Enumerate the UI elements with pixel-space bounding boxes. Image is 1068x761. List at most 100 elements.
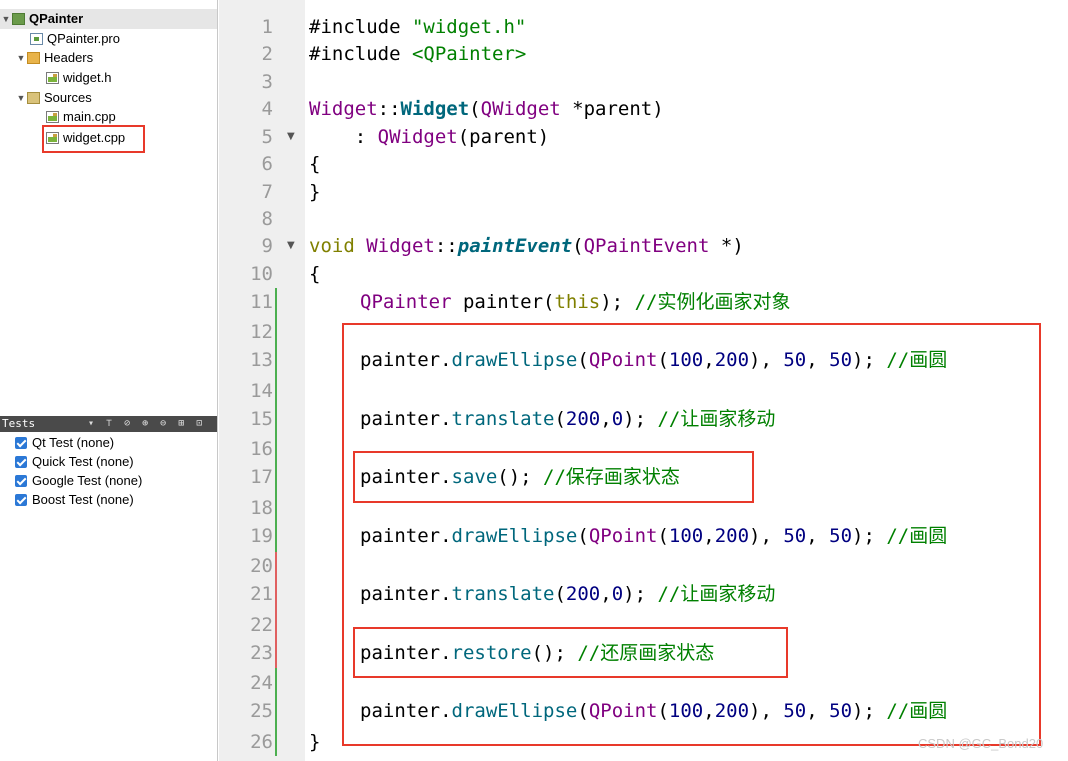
line-number: 17 [250, 466, 273, 488]
param: *parent) [560, 98, 664, 120]
line-number: 9 [261, 235, 273, 257]
line-number: 14 [250, 380, 273, 402]
checkbox-checked-icon[interactable] [15, 494, 27, 506]
change-marker-modified [275, 552, 277, 668]
constructor-name: Widget [400, 98, 470, 120]
line-number: 3 [261, 71, 273, 93]
code-line-26: } [309, 731, 321, 753]
directive: #include [309, 43, 401, 65]
base-class: QWidget [377, 126, 458, 148]
line-number: 6 [261, 153, 273, 175]
paren: ( [572, 235, 584, 257]
test-item-quick[interactable]: Quick Test (none) [15, 452, 134, 471]
line-number: 2 [261, 43, 273, 65]
param-type: QPaintEvent [583, 235, 710, 257]
line-number: 12 [250, 321, 273, 343]
line-number: 11 [250, 291, 273, 313]
line-number: 1 [261, 16, 273, 38]
folder-icon [27, 52, 40, 64]
tests-toolbar[interactable]: ▾ ⊤ ⊘ ⊕ ⊖ ⊞ ⊡ [88, 416, 205, 432]
code-line-5: : QWidget(parent) [309, 123, 549, 151]
tree-item-main-cpp[interactable]: main.cpp [46, 107, 116, 127]
tree-item-widget-h[interactable]: widget.h [46, 68, 111, 88]
highlight-box-block [342, 323, 1041, 746]
test-item-label: Google Test (none) [32, 473, 143, 488]
chevron-down-icon[interactable]: ▼ [0, 9, 12, 29]
param-type: QWidget [480, 98, 561, 120]
pro-file-icon [30, 33, 43, 45]
code-line-10: { [309, 263, 321, 285]
tree-item-headers[interactable]: ▼ Headers [15, 48, 94, 68]
test-item-google[interactable]: Google Test (none) [15, 471, 142, 490]
type-name: QPainter [360, 291, 452, 313]
change-marker-added [275, 288, 277, 552]
header-file-icon [46, 72, 59, 84]
tree-item-label: Headers [44, 50, 94, 65]
highlight-box-restore [353, 627, 788, 678]
source-file-icon [46, 111, 59, 123]
line-number: 10 [250, 263, 273, 285]
line-number: 8 [261, 208, 273, 230]
line-number: 5 [261, 126, 273, 148]
chevron-down-icon[interactable]: ▼ [15, 88, 27, 108]
keyword: void [309, 235, 355, 257]
test-item-boost[interactable]: Boost Test (none) [15, 490, 134, 509]
include-file: "widget.h" [411, 16, 527, 38]
fold-arrow-icon[interactable]: ▼ [287, 123, 295, 151]
class-name: Widget [309, 98, 378, 120]
test-item-label: Qt Test (none) [32, 435, 115, 450]
change-marker-added [275, 668, 277, 756]
tests-pane-header: Tests ▾ ⊤ ⊘ ⊕ ⊖ ⊞ ⊡ [0, 416, 217, 432]
tree-item-label: QPainter [29, 11, 84, 26]
line-number: 13 [250, 349, 273, 371]
line-number: 20 [250, 555, 273, 577]
scope-operator: :: [377, 98, 401, 120]
tree-item-label: widget.h [63, 70, 112, 85]
paren: ( [469, 98, 481, 120]
line-number: 26 [250, 731, 273, 753]
folder-icon [27, 92, 40, 104]
code-line-7: } [309, 181, 321, 203]
highlight-box-save [353, 451, 754, 503]
code-line-6: { [309, 153, 321, 175]
code-line-4: Widget::Widget(QWidget *parent) [309, 95, 664, 123]
param: *) [709, 235, 744, 257]
tests-title: Tests [2, 417, 36, 430]
line-number: 15 [250, 408, 273, 430]
include-file: <QPainter> [411, 43, 527, 65]
checkbox-checked-icon[interactable] [15, 475, 27, 487]
chevron-down-icon[interactable]: ▼ [15, 48, 27, 68]
code-line-2: #include <QPainter> [309, 40, 526, 68]
project-icon [12, 13, 25, 25]
highlight-box-widget-cpp [42, 125, 145, 153]
method-name: paintEvent [457, 235, 573, 257]
line-number: 7 [261, 181, 273, 203]
test-item-qt[interactable]: Qt Test (none) [15, 433, 114, 452]
tree-item-pro-file[interactable]: QPainter.pro [30, 29, 120, 49]
tree-item-label: Sources [44, 90, 92, 105]
tree-item-label: main.cpp [63, 109, 116, 124]
line-number: 22 [250, 614, 273, 636]
code-editor[interactable]: 1 2 3 4 5 6 7 8 9 10 11 12 13 14 15 16 1… [219, 0, 1068, 761]
line-number: 16 [250, 438, 273, 460]
fold-arrow-icon[interactable]: ▼ [287, 232, 295, 260]
line-number: 19 [250, 525, 273, 547]
code-line-9: void Widget::paintEvent(QPaintEvent *) [309, 232, 744, 260]
project-panel: ▼ QPainter QPainter.pro ▼ Headers widget.h… [0, 0, 218, 761]
punct: ); [600, 291, 635, 313]
tree-item-sources[interactable]: ▼ Sources [15, 88, 92, 108]
directive: #include [309, 16, 401, 38]
variable: painter( [451, 291, 555, 313]
watermark: CSDN @GC_Bond20 [918, 736, 1044, 751]
keyword: this [554, 291, 601, 313]
code-line-11: QPainter painter(this); //实例化画家对象 [360, 288, 790, 316]
line-number: 25 [250, 700, 273, 722]
checkbox-checked-icon[interactable] [15, 437, 27, 449]
checkbox-checked-icon[interactable] [15, 456, 27, 468]
tree-item-qpainter[interactable]: ▼ QPainter [0, 9, 217, 29]
line-number: 4 [261, 98, 273, 120]
scope-operator: :: [434, 235, 458, 257]
test-item-label: Quick Test (none) [32, 454, 134, 469]
line-number: 23 [250, 642, 273, 664]
line-number: 24 [250, 672, 273, 694]
